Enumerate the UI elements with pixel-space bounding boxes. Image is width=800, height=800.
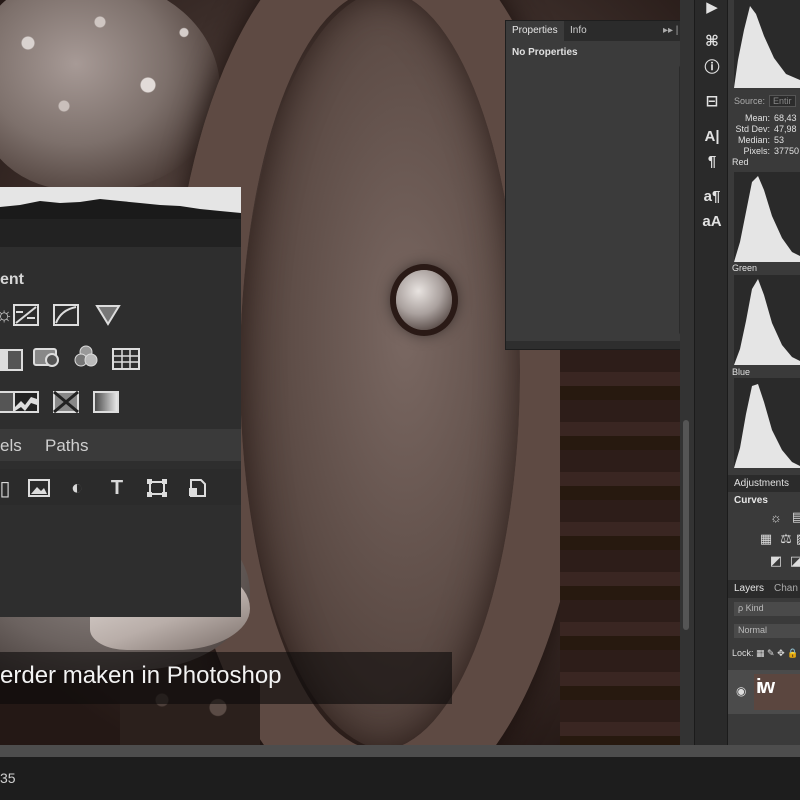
video-control-bar: 35 — [0, 757, 800, 800]
channel-label-green: Green — [732, 263, 758, 273]
threshold-icon[interactable] — [12, 390, 40, 414]
adjustments-title: ent — [0, 271, 24, 288]
tab-channels-right[interactable]: Chan — [774, 583, 798, 594]
dock-strip — [680, 0, 694, 745]
lock-label: Lock: — [732, 648, 754, 658]
layer-comps-icon[interactable]: ⊟ — [699, 90, 725, 112]
video-progress-track[interactable] — [0, 745, 800, 757]
blend-mode-select[interactable]: Normal — [734, 624, 800, 638]
color-lookup-icon[interactable] — [112, 347, 140, 371]
stat-mean-value: 68,43 — [774, 113, 797, 123]
histogram-blue-graph — [734, 384, 800, 468]
stat-pixels-value: 37750 — [774, 146, 800, 156]
right-panel-column: Source: Entir Mean: 68,43 Std Dev: 47,98 Me… — [728, 0, 800, 745]
channel-label-red: Red — [732, 157, 749, 167]
selective-color-icon[interactable] — [52, 390, 80, 414]
stat-pixels-label: Pixels: — [743, 146, 770, 156]
properties-icon[interactable]: ⌘ — [699, 30, 725, 52]
shape-layer-icon[interactable] — [144, 476, 170, 500]
channel-mixer-icon[interactable] — [72, 345, 100, 369]
lock-row: Lock: ▦ ✎ ✥ 🔒 — [732, 648, 798, 659]
panel-header — [0, 219, 241, 247]
stat-median-value: 53 — [774, 135, 785, 145]
stat-stddev-value: 47,98 — [774, 124, 797, 134]
color-balance-icon[interactable] — [0, 348, 24, 372]
tab-info[interactable]: Info — [564, 21, 593, 41]
histogram-strip-graph — [0, 199, 241, 219]
photo-filter-icon[interactable] — [32, 344, 60, 368]
tab-properties[interactable]: Properties — [506, 21, 564, 41]
histogram-source: Source: Entir — [734, 95, 796, 107]
invert-icon[interactable]: ◩ — [768, 553, 784, 569]
histogram-composite-graph — [734, 6, 800, 88]
source-label: Source: — [734, 96, 766, 106]
tab-adjustments[interactable]: Adjustments — [728, 475, 800, 492]
levels-mini-icon[interactable]: ▤ — [790, 509, 800, 525]
layer-kind-filter[interactable]: ρ Kind — [734, 602, 800, 616]
type-layer-icon[interactable]: T — [104, 476, 130, 500]
gradient-map-icon[interactable] — [92, 390, 120, 414]
video-caption: erder maken in Photoshop — [0, 652, 452, 704]
histogram-blue — [734, 378, 800, 468]
panel-tab-row: els Paths — [0, 429, 241, 461]
rivet — [396, 270, 452, 330]
play-icon[interactable]: ▶ — [699, 0, 725, 18]
layer-thumbnail-text: iw — [756, 676, 775, 698]
stat-mean-label: Mean: — [744, 113, 770, 123]
curves-icon[interactable] — [52, 303, 80, 327]
black-white-icon[interactable]: ▨ — [794, 531, 800, 547]
dock-scrollbar[interactable] — [683, 420, 689, 630]
panel-icon-toolbar: ▶ ⌘ ⓘ ⊟ A| ¶ a¶ aA — [694, 0, 728, 745]
tab-paths[interactable]: Paths — [45, 436, 88, 456]
properties-message: No Properties — [512, 47, 578, 58]
stat-stddev-label: Std Dev: — [735, 124, 770, 134]
image-layer-icon[interactable] — [26, 476, 52, 500]
adjustments-mini-panel: Adjustments Curves ☼ ▤ ▦ ⚖ ▨ ◩ ◪ — [728, 475, 800, 580]
histogram-red-graph — [734, 176, 800, 262]
color-balance-mini-icon[interactable]: ⚖ — [778, 531, 794, 547]
character-icon[interactable]: A| — [699, 125, 725, 147]
histogram-composite — [734, 0, 800, 88]
histogram-green — [734, 275, 800, 365]
threshold-mini-icon[interactable]: ◪ — [788, 553, 800, 569]
time-code: 35 — [0, 770, 16, 786]
channel-label-blue: Blue — [732, 367, 751, 377]
paragraph-styles-icon[interactable]: a¶ — [699, 185, 725, 207]
eye-icon[interactable]: ◉ — [736, 684, 746, 698]
smart-object-icon[interactable] — [184, 476, 210, 500]
adjustment-layer-icon[interactable]: ◐ — [64, 476, 90, 500]
layer-thumbnail: iw — [754, 674, 800, 710]
info-icon[interactable]: ⓘ — [699, 55, 725, 77]
adjustments-subtitle: Curves — [734, 495, 768, 506]
properties-footer — [506, 341, 691, 349]
hue-saturation-icon[interactable]: ▦ — [758, 531, 774, 547]
histogram-strip — [0, 187, 241, 219]
salt-crystals — [0, 0, 220, 190]
wood-background — [560, 350, 690, 745]
layers-panel: Layers Chan ρ Kind Normal Lock: ▦ ✎ ✥ 🔒 … — [728, 580, 800, 745]
stat-median-label: Median: — [737, 135, 770, 145]
source-select[interactable]: Entir — [769, 95, 796, 107]
paragraph-icon[interactable]: ¶ — [699, 150, 725, 172]
tab-layers[interactable]: Layers — [734, 583, 764, 594]
brightness-icon[interactable]: ☼ — [768, 509, 784, 525]
left-floating-panel: ent ☼ els Paths ▯ ◐ T — [0, 187, 241, 617]
layer-row[interactable]: ◉ iw — [728, 670, 800, 714]
character-styles-icon[interactable]: aA — [699, 210, 725, 232]
exposure-icon[interactable] — [94, 303, 122, 327]
histogram-red — [734, 172, 800, 262]
properties-tab-bar: Properties Info ▸▸ | ≡ — [506, 21, 691, 41]
histogram-stats: Mean: 68,43 Std Dev: 47,98 Median: 53 Pixel… — [732, 113, 799, 157]
properties-panel: Properties Info ▸▸ | ≡ No Properties — [505, 20, 692, 350]
layers-tab-bar: Layers Chan — [728, 580, 800, 598]
layer-style-icon[interactable]: ▯ — [0, 476, 18, 500]
tab-channels[interactable]: els — [0, 436, 22, 456]
layer-tools-row: ▯ ◐ T — [0, 469, 241, 505]
lock-pixels-icon[interactable]: ▦ ✎ ✥ 🔒 — [756, 648, 798, 658]
histogram-green-graph — [734, 279, 800, 365]
levels-icon[interactable] — [12, 303, 40, 327]
